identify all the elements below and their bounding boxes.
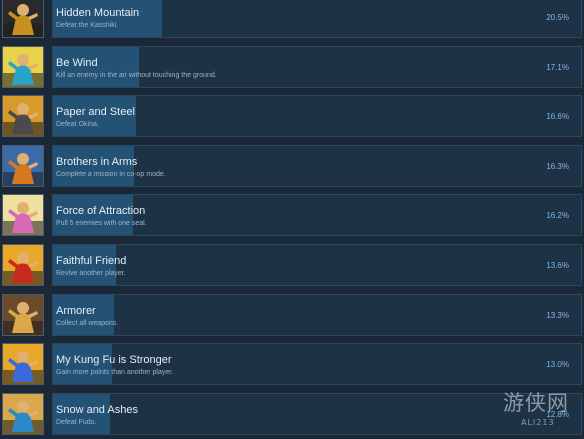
achievement-description: Defeat Okina. bbox=[56, 121, 99, 129]
achievement-description: Gain more points than another player. bbox=[56, 369, 174, 377]
progress-bar: Faithful Friend Revive another player. 13.… bbox=[52, 244, 582, 286]
snow-monk-icon bbox=[2, 392, 44, 435]
achievement-description: Pull 5 enemies with one seal. bbox=[56, 220, 147, 228]
achievement-title: Hidden Mountain bbox=[56, 7, 140, 19]
weapon-rack-icon bbox=[2, 293, 44, 336]
progress-bar: Paper and Steel Defeat Okina. 16.6% bbox=[52, 95, 582, 138]
achievement-title: Brothers in Arms bbox=[56, 155, 138, 168]
achievement-percent: 13.3% bbox=[546, 310, 569, 320]
achievement-title: Force of Attraction bbox=[56, 205, 146, 218]
achievement-percent: 17.1% bbox=[546, 62, 569, 72]
achievement-percent: 16.6% bbox=[546, 112, 569, 122]
achievement-percent: 16.2% bbox=[546, 211, 569, 221]
achievement-description: Defeat the Kasshiki. bbox=[56, 22, 119, 29]
watermark-sublabel: ALI213 bbox=[521, 418, 555, 427]
achievement-title: Paper and Steel bbox=[56, 106, 135, 119]
achievement-title: Snow and Ashes bbox=[56, 403, 138, 416]
progress-bar: Force of Attraction Pull 5 enemies with o… bbox=[52, 194, 582, 237]
achievement-description: Collect all weapons. bbox=[56, 319, 119, 327]
achievement-title: Faithful Friend bbox=[56, 255, 127, 267]
achievement-row[interactable]: Paper and Steel Defeat Okina. 16.6% bbox=[0, 95, 584, 141]
achievement-row[interactable]: Hidden Mountain Defeat the Kasshiki. 20.5% bbox=[0, 0, 584, 42]
achievement-percent: 20.5% bbox=[546, 13, 569, 22]
achievement-row[interactable]: Snow and Ashes Defeat Fudo. 12.8% bbox=[0, 392, 584, 439]
achievement-title: My Kung Fu is Stronger bbox=[56, 354, 172, 367]
achievement-description: Revive another player. bbox=[56, 270, 126, 277]
achievement-title: Be Wind bbox=[56, 56, 98, 69]
progress-bar: Be Wind Kill an enemy in the air without … bbox=[52, 45, 582, 88]
achievement-row[interactable]: My Kung Fu is Stronger Gain more points t… bbox=[0, 343, 584, 389]
kung-fu-duel-icon bbox=[2, 343, 44, 386]
achievement-percent: 13.6% bbox=[546, 261, 569, 270]
progress-bar: My Kung Fu is Stronger Gain more points t… bbox=[52, 343, 582, 386]
two-monks-icon bbox=[2, 144, 44, 187]
achievement-percent: 16.3% bbox=[546, 161, 569, 171]
achievement-description: Kill an enemy in the air without touchin… bbox=[56, 71, 217, 79]
achievement-title: Armorer bbox=[56, 304, 96, 317]
flying-kick-icon bbox=[2, 45, 44, 88]
progress-bar: Brothers in Arms Complete a mission in co… bbox=[52, 144, 582, 187]
monk-with-scroll-icon bbox=[2, 95, 44, 138]
achievement-row[interactable]: Force of Attraction Pull 5 enemies with o… bbox=[0, 194, 584, 240]
progress-bar: Hidden Mountain Defeat the Kasshiki. 20.5% bbox=[52, 0, 582, 38]
achievement-description: Defeat Fudo. bbox=[56, 418, 97, 426]
revive-icon bbox=[2, 244, 44, 286]
achievement-description: Complete a mission in co-op mode. bbox=[56, 170, 166, 178]
monk-portrait-icon bbox=[2, 0, 44, 38]
watermark-logo: 游侠网 bbox=[503, 391, 569, 415]
progress-bar: Armorer Collect all weapons. 13.3% bbox=[52, 293, 582, 336]
achievement-row[interactable]: Faithful Friend Revive another player. 13.… bbox=[0, 244, 584, 290]
watermark: 游侠网 ALI213 bbox=[503, 392, 581, 432]
achievement-row[interactable]: Brothers in Arms Complete a mission in co… bbox=[0, 144, 584, 191]
seal-pull-icon bbox=[2, 194, 44, 237]
achievement-row[interactable]: Be Wind Kill an enemy in the air without … bbox=[0, 45, 584, 92]
achievement-percent: 13.0% bbox=[546, 360, 569, 370]
achievement-row[interactable]: Armorer Collect all weapons. 13.3% bbox=[0, 293, 584, 340]
